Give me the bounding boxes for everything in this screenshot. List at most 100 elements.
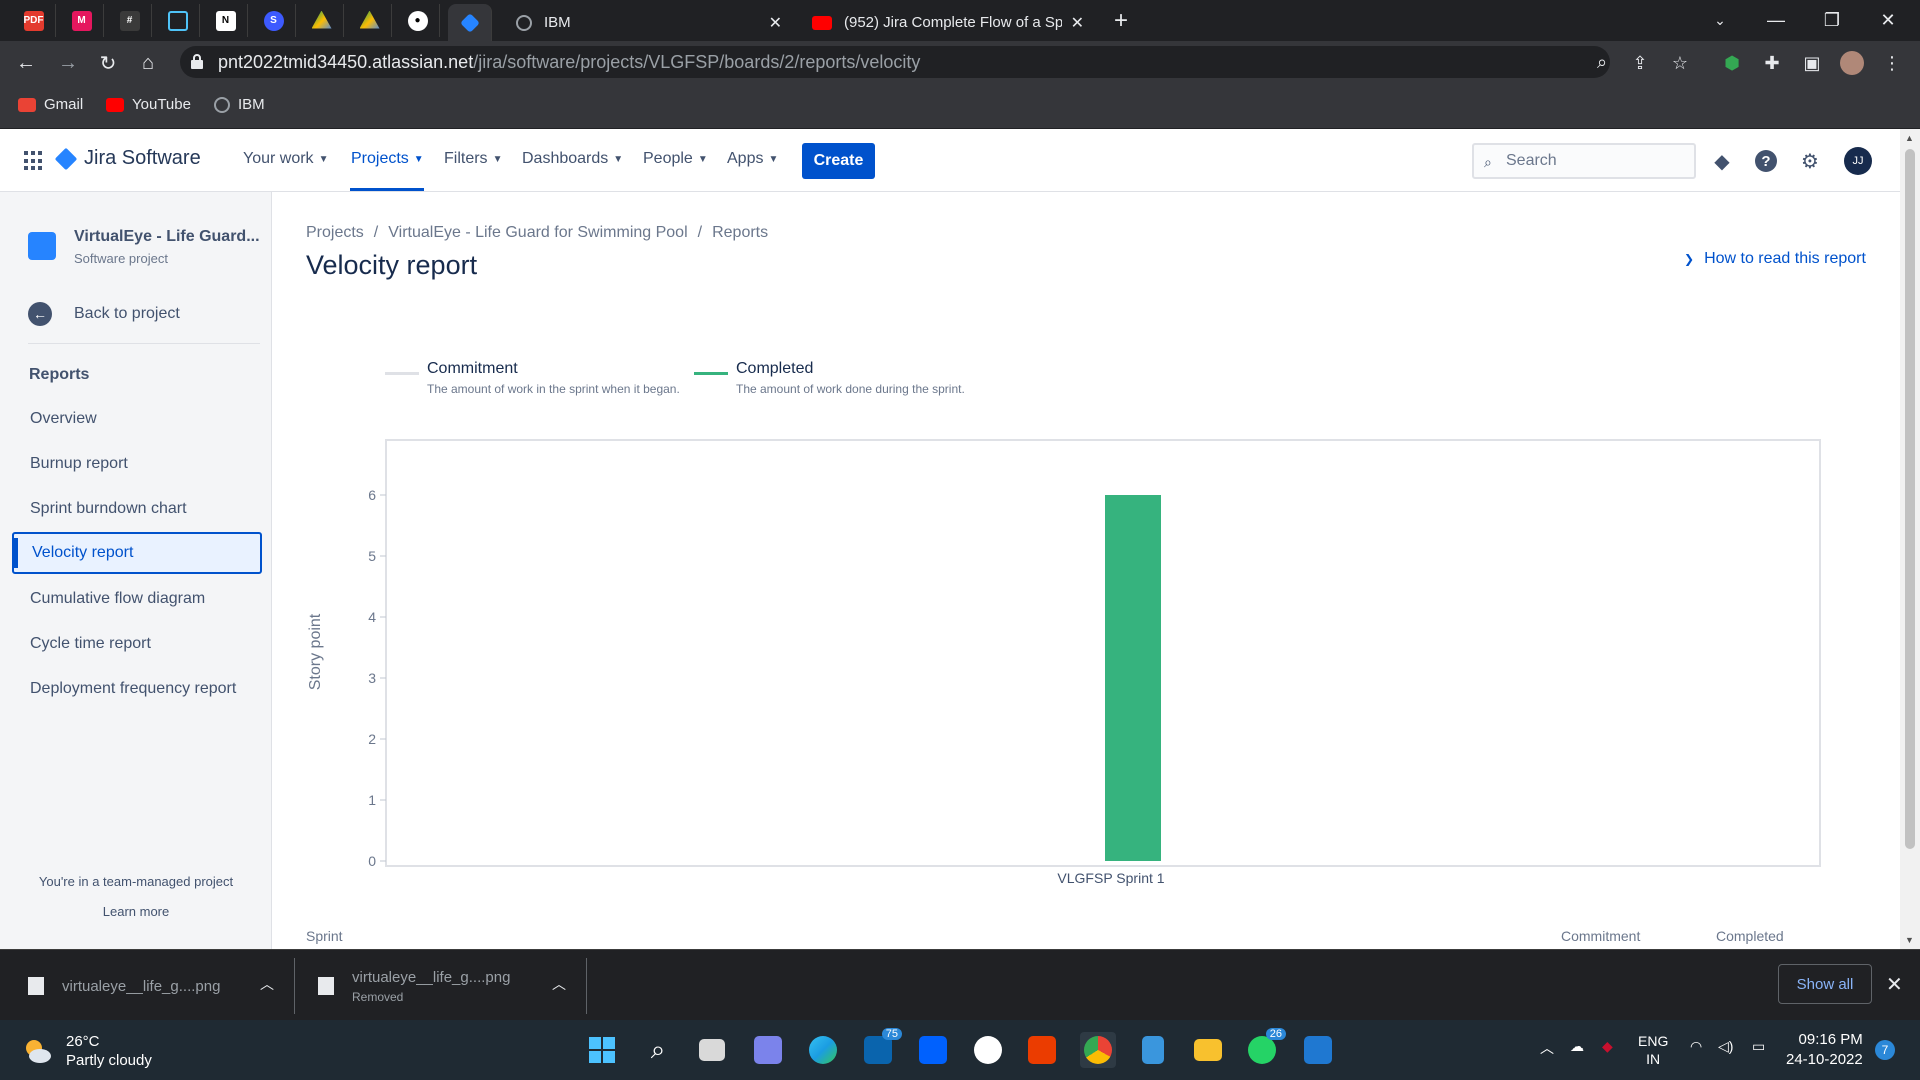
breadcrumb-projects[interactable]: Projects	[306, 224, 364, 242]
battery-icon[interactable]: ▭	[1752, 1038, 1765, 1055]
create-button[interactable]: Create	[802, 143, 875, 179]
pinned-tab-s-app[interactable]: S	[252, 4, 296, 37]
nav-dashboards[interactable]: Dashboards ▼	[522, 150, 623, 168]
menu-dots-icon[interactable]: ⋮	[1880, 51, 1904, 75]
volume-icon[interactable]: ◁)	[1718, 1038, 1733, 1055]
chevron-up-icon[interactable]: ︿	[552, 974, 566, 994]
back-arrow-icon[interactable]: ←	[12, 49, 40, 77]
pinned-tab-pdf[interactable]: PDF	[12, 4, 56, 37]
nav-apps[interactable]: Apps ▼	[727, 150, 778, 168]
back-to-project-link[interactable]: ← Back to project	[28, 302, 180, 326]
bookmark-ibm[interactable]: IBM	[214, 96, 265, 113]
notifications-bell-icon[interactable]: ◆	[1708, 147, 1736, 175]
nav-filters[interactable]: Filters ▼	[444, 150, 502, 168]
sidebar-item-sprint-burndown[interactable]: Sprint burndown chart	[12, 488, 262, 530]
download-item[interactable]: virtualeye__life_g....png	[28, 962, 220, 1010]
language-indicator[interactable]: ENG IN	[1638, 1032, 1668, 1068]
breadcrumb-reports[interactable]: Reports	[712, 224, 768, 242]
pinned-tab-slack[interactable]: #	[108, 4, 152, 37]
sidebar-item-burnup[interactable]: Burnup report	[12, 443, 262, 485]
page-scrollbar[interactable]: ▲ ▼	[1900, 129, 1920, 949]
search-icon[interactable]: ⌕	[640, 1032, 676, 1068]
app-launcher-icon[interactable]	[970, 1032, 1006, 1068]
settings-gear-icon[interactable]: ⚙	[1796, 147, 1824, 175]
weather-widget[interactable]: 26°C Partly cloudy	[22, 1032, 152, 1070]
bookmark-star-icon[interactable]: ☆	[1668, 51, 1692, 75]
sidebar-item-deployment-frequency[interactable]: Deployment frequency report	[12, 668, 262, 710]
search-field[interactable]: ⌕	[1472, 143, 1696, 179]
chevron-down-icon: ▼	[413, 153, 424, 165]
pinned-tab-m-app[interactable]: M	[60, 4, 104, 37]
scroll-up-arrow-icon[interactable]: ▲	[1905, 133, 1914, 143]
whatsapp-icon[interactable]: 26	[1244, 1028, 1286, 1068]
pinned-tab-drive-2[interactable]	[348, 4, 392, 37]
home-icon[interactable]: ⌂	[134, 49, 162, 77]
bookmark-gmail[interactable]: Gmail	[18, 96, 83, 113]
pinned-tab-drive-1[interactable]	[300, 4, 344, 37]
office-icon[interactable]	[1024, 1032, 1060, 1068]
mail-icon[interactable]: 75	[860, 1028, 902, 1068]
address-bar[interactable]: pnt2022tmid34450.atlassian.net/jira/soft…	[180, 46, 1610, 78]
project-name[interactable]: VirtualEye - Life Guard...	[74, 228, 260, 246]
close-tab-icon[interactable]: ✕	[769, 13, 782, 33]
forward-arrow-icon[interactable]: →	[54, 49, 82, 77]
download-item[interactable]: virtualeye__life_g....png Removed	[318, 962, 510, 1010]
chevron-up-icon[interactable]: ︿	[260, 974, 274, 994]
reload-icon[interactable]: ↻	[94, 49, 122, 77]
clock[interactable]: 09:16 PM 24-10-2022	[1786, 1030, 1863, 1070]
new-tab-button[interactable]: +	[1106, 6, 1136, 36]
tab-search-chevron-icon[interactable]: ⌄	[1692, 0, 1748, 41]
notification-count[interactable]: 7	[1875, 1040, 1895, 1060]
teams-chat-icon[interactable]	[750, 1032, 786, 1068]
android-extension-icon[interactable]: ⬢	[1720, 51, 1744, 75]
show-all-button[interactable]: Show all	[1778, 964, 1872, 1004]
help-icon[interactable]: ?	[1752, 147, 1780, 175]
share-icon[interactable]: ⇪	[1628, 51, 1652, 75]
learn-more-link[interactable]: Learn more	[0, 904, 272, 919]
scrollbar-thumb[interactable]	[1905, 149, 1915, 849]
windows-start-icon[interactable]	[584, 1032, 620, 1068]
pinned-tab-cloud[interactable]	[156, 4, 200, 37]
sidebar-item-overview[interactable]: Overview	[12, 398, 262, 440]
breadcrumb-project[interactable]: VirtualEye - Life Guard for Swimming Poo…	[388, 224, 687, 242]
sidebar-item-velocity[interactable]: Velocity report	[12, 532, 262, 574]
close-tab-icon[interactable]: ✕	[1071, 13, 1084, 33]
edge-browser-icon[interactable]	[805, 1032, 841, 1068]
tray-chevron-up-icon[interactable]: ︿	[1540, 1038, 1554, 1058]
search-input[interactable]	[1506, 151, 1686, 171]
sidebar-item-cycle-time[interactable]: Cycle time report	[12, 623, 262, 665]
photos-icon[interactable]	[1300, 1032, 1336, 1068]
task-view-icon[interactable]	[694, 1032, 730, 1068]
close-window-button[interactable]: ✕	[1860, 0, 1916, 41]
tab-ibm[interactable]: IBM ✕	[504, 4, 794, 41]
google-drive-icon	[359, 10, 380, 29]
pinned-tab-notion[interactable]: N	[204, 4, 248, 37]
nav-your-work[interactable]: Your work ▼	[243, 150, 328, 168]
file-explorer-icon[interactable]	[1190, 1032, 1226, 1068]
how-to-read-link[interactable]: ❯ How to read this report	[1684, 250, 1866, 268]
bookmark-youtube[interactable]: YouTube	[106, 96, 191, 113]
sidebar-item-cumulative-flow[interactable]: Cumulative flow diagram	[12, 578, 262, 620]
onedrive-cloud-icon[interactable]: ☁	[1570, 1038, 1584, 1055]
extensions-puzzle-icon[interactable]: ✚	[1760, 51, 1784, 75]
mcafee-icon[interactable]: ◆	[1602, 1038, 1613, 1055]
nav-projects[interactable]: Projects ▼	[351, 150, 424, 168]
user-avatar[interactable]: JJ	[1844, 147, 1872, 175]
restore-button[interactable]: ❐	[1804, 0, 1860, 41]
profile-avatar[interactable]	[1840, 51, 1864, 75]
zoom-icon[interactable]: ⌕	[1590, 50, 1614, 74]
dropbox-icon[interactable]	[915, 1032, 951, 1068]
chrome-icon[interactable]	[1080, 1032, 1116, 1068]
pinned-tab-github[interactable]: ●	[396, 4, 440, 37]
jira-logo[interactable]: Jira Software	[54, 147, 201, 170]
app-switcher-icon[interactable]	[24, 151, 44, 171]
side-panel-icon[interactable]: ▣	[1800, 51, 1824, 75]
close-icon[interactable]: ✕	[1886, 972, 1903, 997]
scroll-down-arrow-icon[interactable]: ▼	[1905, 935, 1914, 945]
wifi-icon[interactable]: ◠	[1690, 1038, 1702, 1055]
nav-people[interactable]: People ▼	[643, 150, 708, 168]
minimize-button[interactable]: —	[1748, 0, 1804, 41]
pinned-tab-jira-active[interactable]	[448, 4, 492, 41]
notepad-icon[interactable]	[1135, 1032, 1171, 1068]
tab-youtube[interactable]: (952) Jira Complete Flow of a Spr ✕	[800, 4, 1096, 41]
